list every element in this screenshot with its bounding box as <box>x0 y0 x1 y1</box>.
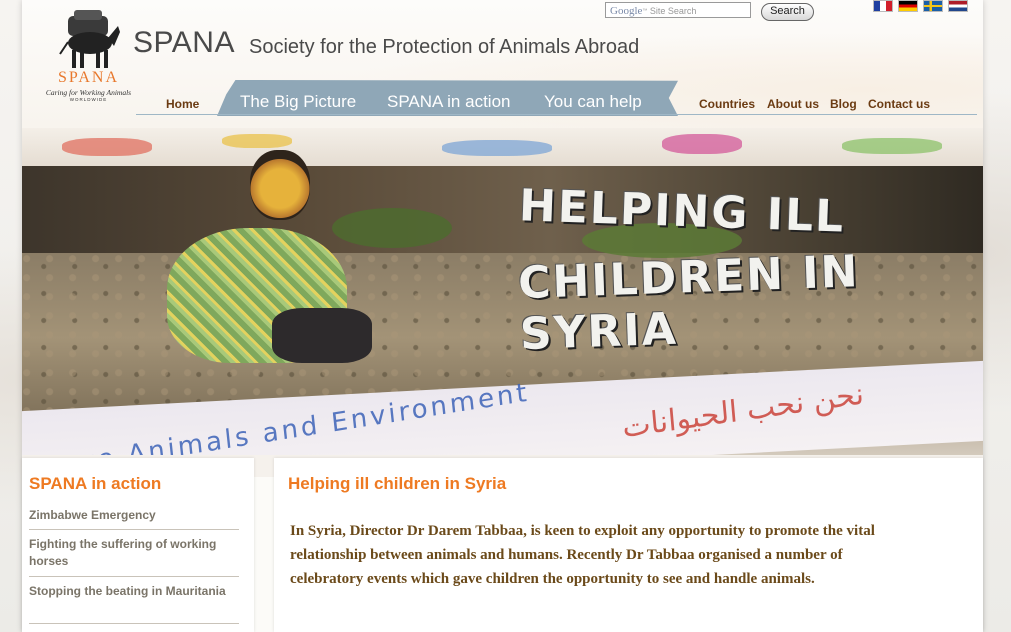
sidebar-item-mauritania[interactable]: Stopping the beating in Mauritania <box>29 583 239 600</box>
nav-about-us[interactable]: About us <box>767 97 819 111</box>
nav-the-big-picture[interactable]: The Big Picture <box>240 92 356 112</box>
nav-contact-us[interactable]: Contact us <box>868 97 930 111</box>
google-logo: Google <box>610 5 643 17</box>
logo-worldwide: WORLDWIDE <box>69 97 108 102</box>
child-pants <box>272 308 372 363</box>
donkey-icon <box>59 10 120 68</box>
search-button[interactable]: Search <box>761 3 814 21</box>
spana-logo[interactable]: SPANA Caring for Working Animals WORLDWI… <box>36 8 141 103</box>
flag-france-icon[interactable] <box>873 0 893 12</box>
nav-countries[interactable]: Countries <box>699 97 755 111</box>
sidebar: SPANA in action Zimbabwe Emergency Fight… <box>22 458 254 632</box>
site-header: SPANA Caring for Working Animals WORLDWI… <box>22 0 983 128</box>
hero-image: e Love Animals and Environment نحن نحب ا… <box>22 128 983 458</box>
flag-sweden-icon[interactable] <box>923 0 943 12</box>
nav-divider <box>136 114 977 115</box>
nav-spana-in-action[interactable]: SPANA in action <box>387 92 510 112</box>
sidebar-item-zimbabwe-emergency[interactable]: Zimbabwe Emergency <box>29 507 239 524</box>
logo-tagline: Caring for Working Animals <box>45 88 132 97</box>
flag-netherlands-icon[interactable] <box>948 0 968 12</box>
hero-top-banner <box>22 128 983 166</box>
flag-germany-icon[interactable] <box>898 0 918 12</box>
site-search-input[interactable]: Google™ Site Search <box>605 2 751 18</box>
sidebar-divider <box>29 576 239 577</box>
nav-you-can-help[interactable]: You can help <box>544 92 642 112</box>
banner-arabic-text: نحن نحب الحيوانات <box>620 376 866 446</box>
hero-headline-line2: CHILDREN IN SYRIA <box>517 246 861 361</box>
brand-full-name: Society for the Protection of Animals Ab… <box>249 36 640 58</box>
sidebar-divider <box>29 623 239 624</box>
page-container: SPANA Caring for Working Animals WORLDWI… <box>22 0 983 632</box>
brand-name: SPANA <box>133 26 235 59</box>
nav-home[interactable]: Home <box>166 97 199 111</box>
sidebar-item-working-horses[interactable]: Fighting the suffering of working horses <box>29 536 239 570</box>
child-face-paint <box>250 150 310 220</box>
article-title: Helping ill children in Syria <box>288 474 507 493</box>
search-placeholder: Site Search <box>649 6 697 16</box>
main-content: Helping ill children in Syria In Syria, … <box>274 458 983 632</box>
logo-wordmark: SPANA <box>58 69 119 86</box>
nav-blog[interactable]: Blog <box>830 97 857 111</box>
article-body: In Syria, Director Dr Darem Tabbaa, is k… <box>290 523 875 587</box>
sidebar-title: SPANA in action <box>29 474 162 493</box>
sidebar-divider <box>29 529 239 530</box>
